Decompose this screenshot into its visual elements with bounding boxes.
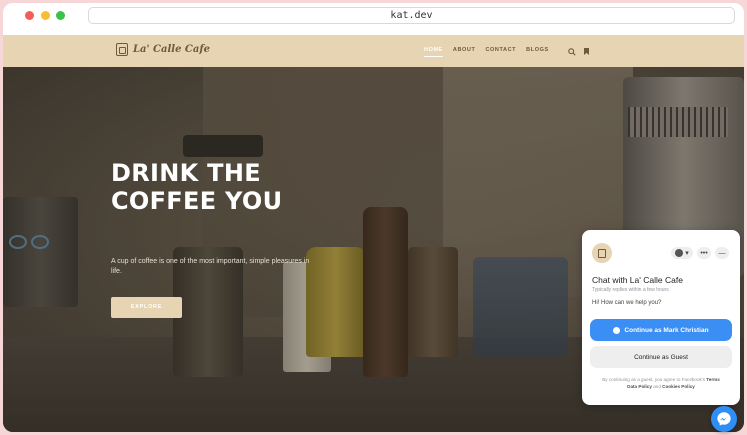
chat-greeting: Hi! How can we help you?: [592, 300, 662, 306]
logo-icon: [598, 248, 606, 258]
terms-link[interactable]: Terms: [706, 377, 719, 382]
legal-prefix: By continuing as a guest, you agree to F…: [602, 377, 706, 382]
minimize-icon: —: [718, 249, 726, 257]
browser-window: kat.dev La' Calle Cafe HOME ABOUT CONTAC…: [3, 3, 744, 432]
chevron-down-icon: ▾: [685, 250, 689, 257]
cookies-policy-link[interactable]: Cookies Policy: [662, 384, 695, 389]
continue-as-user-label: Continue as Mark Christian: [624, 326, 709, 334]
continue-as-user-button[interactable]: Continue as Mark Christian: [590, 319, 732, 341]
hero-title: DRINK THE COFFEE YOU: [111, 159, 283, 215]
chat-reply-time: Typically replies within a few hours: [592, 287, 669, 293]
site-header: La' Calle Cafe HOME ABOUT CONTACT BLOGS: [3, 35, 744, 67]
messenger-icon: [613, 326, 621, 334]
nav-links: HOME ABOUT CONTACT BLOGS: [424, 47, 549, 57]
close-window-button[interactable]: [25, 11, 34, 20]
explore-button[interactable]: EXPLORE: [111, 297, 182, 318]
chat-title: Chat with La' Calle Cafe: [592, 275, 683, 285]
chat-widget: ▾ ••• — Chat with La' Calle Cafe Typical…: [582, 230, 740, 405]
address-bar[interactable]: kat.dev: [88, 7, 735, 24]
nav-about[interactable]: ABOUT: [453, 47, 476, 57]
profile-icon: [675, 249, 684, 257]
data-policy-link[interactable]: Data Policy: [627, 384, 652, 389]
more-options-button[interactable]: •••: [697, 247, 711, 259]
more-icon: •••: [700, 249, 708, 257]
messenger-icon: [717, 412, 731, 426]
profile-switch-button[interactable]: ▾: [671, 247, 693, 259]
logo-icon: [116, 43, 128, 56]
messenger-chat-button[interactable]: [711, 406, 737, 432]
browser-chrome: kat.dev: [3, 3, 744, 35]
nav-home[interactable]: HOME: [424, 47, 443, 57]
legal-and: and: [653, 384, 661, 389]
bookmark-icon[interactable]: [584, 48, 589, 55]
nav-contact[interactable]: CONTACT: [485, 47, 516, 57]
hero-subtitle: A cup of coffee is one of the most impor…: [111, 258, 310, 275]
minimize-chat-button[interactable]: —: [715, 247, 729, 259]
search-icon[interactable]: [568, 48, 576, 58]
continue-as-guest-button[interactable]: Continue as Guest: [590, 346, 732, 368]
minimize-window-button[interactable]: [41, 11, 50, 20]
nav-blogs[interactable]: BLOGS: [526, 47, 549, 57]
chat-legal-text: By continuing as a guest, you agree to F…: [590, 376, 732, 390]
site-logo[interactable]: La' Calle Cafe: [116, 43, 210, 56]
maximize-window-button[interactable]: [56, 11, 65, 20]
logo-text: La' Calle Cafe: [133, 44, 211, 55]
chat-page-avatar: [592, 243, 612, 263]
